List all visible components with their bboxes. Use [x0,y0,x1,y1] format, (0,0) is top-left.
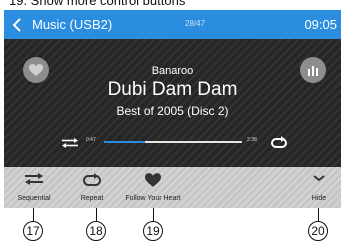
head-unit-screen: Music (USB2) 28/47 09:05 Banaroo Dubi Da… [4,10,341,208]
control-bar: Sequential Repeat Follow Your Heart Hide [4,167,341,208]
sequential-mode-icon[interactable] [62,138,78,148]
repeat-icon [83,173,101,186]
artist-name: Banaroo [151,65,194,77]
repeat-label: Repeat [80,195,104,202]
callout-20: 20 [308,221,328,241]
progress-fill [104,141,146,143]
source-title: Music (USB2) [32,17,113,32]
repeat-button[interactable]: Repeat [62,167,122,208]
repeat-mode-icon[interactable] [270,136,288,150]
manual-caption: 19. Show more control buttons [9,0,186,8]
song-title: Dubi Dam Dam [107,79,238,100]
callout-18: 18 [86,221,106,241]
total-time: 2:38 [247,137,257,143]
chevron-down-icon [313,175,325,182]
back-chevron-icon[interactable] [10,16,24,34]
callout-line-19 [153,208,154,222]
sequential-label: Sequential [17,195,51,202]
hide-button[interactable]: Hide [299,167,339,208]
sequential-button[interactable]: Sequential [4,167,64,208]
callout-line-17 [33,208,34,222]
status-bar: Music (USB2) 28/47 09:05 [4,10,341,39]
album-name: Best of 2005 (Disc 2) [116,104,229,118]
callout-line-20 [318,208,319,222]
follow-your-heart-button[interactable]: Follow Your Heart [116,167,190,208]
sequential-icon [25,173,43,185]
callout-17: 17 [23,221,43,241]
elapsed-time: 0:47 [86,137,96,143]
heart-icon [145,173,161,187]
progress-bar[interactable] [104,141,242,143]
clock: 09:05 [304,17,337,32]
track-counter: 28/47 [185,19,206,28]
follow-your-heart-label: Follow Your Heart [125,195,181,202]
hide-label: Hide [311,195,327,202]
callout-19: 19 [143,221,163,241]
callout-line-18 [96,208,97,222]
